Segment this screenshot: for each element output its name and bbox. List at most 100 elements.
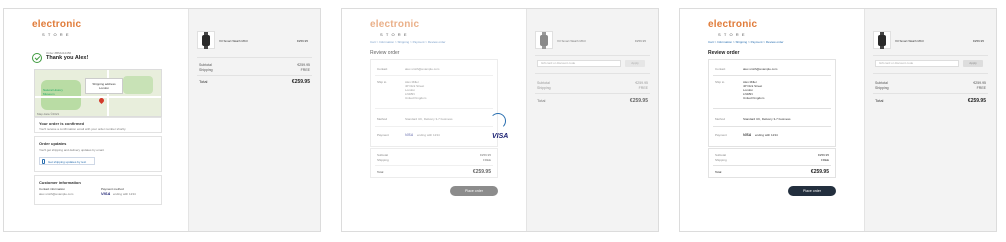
discount-code-input[interactable]: Gift card or discount code xyxy=(875,60,959,67)
payment-label: Payment xyxy=(715,133,727,137)
visa-card-icon: VISA xyxy=(405,133,414,137)
divider xyxy=(713,108,831,109)
shipping-updates-label: Get shipping updates by text xyxy=(48,160,87,164)
store-logo[interactable]: electronic STORE xyxy=(708,19,757,37)
map-park-area xyxy=(123,76,153,94)
logo-store-text: STORE xyxy=(380,32,410,37)
phone-icon xyxy=(42,159,45,164)
summary-divider xyxy=(535,93,650,94)
total-label: Total xyxy=(199,79,208,84)
order-updates-box: Order updates You'll get shipping and de… xyxy=(34,136,162,172)
discount-code-input[interactable]: Gift card or discount code xyxy=(537,60,621,67)
divider xyxy=(713,75,831,76)
shipping-label: Shipping xyxy=(875,86,889,90)
method-value: Standard UK, Delivery 3-7 business xyxy=(405,117,453,121)
summary-divider xyxy=(535,55,650,56)
review-order-title: Review order xyxy=(708,50,740,56)
ship-to-label: Ship to xyxy=(377,80,387,84)
watch-icon xyxy=(878,32,886,49)
divider xyxy=(713,126,831,127)
shipping-value: FREE xyxy=(482,158,491,162)
total-value: €259.95 xyxy=(472,169,491,175)
apply-discount-button[interactable]: Apply xyxy=(625,60,645,67)
product-thumbnail xyxy=(873,31,891,49)
product-name: X3 Smart Watch MK3 xyxy=(895,39,924,43)
subtotal-row: Subtotal €259.95 xyxy=(537,81,648,85)
logo-store-text: STORE xyxy=(42,32,72,37)
review-details-box: Contact alex.smith@example.com Ship to A… xyxy=(370,59,498,147)
subtotal-label: Subtotal xyxy=(537,81,550,85)
review-order-title: Review order xyxy=(370,50,400,56)
map-popup-city: London xyxy=(98,86,109,90)
place-order-button[interactable]: Place order xyxy=(788,186,836,196)
review-main-column: electronic STORE Cart > Information > Sh… xyxy=(342,9,526,231)
review-main-column: electronic STORE Cart > Information > Sh… xyxy=(680,9,864,231)
subtotal-value: €259.95 xyxy=(973,81,986,85)
visa-logo: VISA xyxy=(492,133,509,140)
order-updates-title: Order updates xyxy=(39,141,67,146)
divider xyxy=(375,75,493,76)
summary-divider xyxy=(873,73,988,74)
shipping-updates-button[interactable]: Get shipping updates by text xyxy=(39,157,95,165)
product-thumbnail xyxy=(197,31,215,49)
logo-brand-text: electronic xyxy=(370,19,420,30)
summary-divider xyxy=(535,73,650,74)
payment-method-value: ending with 1234 xyxy=(113,192,136,196)
place-order-button[interactable]: Place order xyxy=(450,186,498,196)
summary-divider xyxy=(873,93,988,94)
confirmation-page-panel: electronic STORE Order #BMH12456 Thank y… xyxy=(3,8,321,232)
divider xyxy=(713,165,831,166)
contact-value: alex.smith@example.com xyxy=(743,67,778,71)
ship-to-line: United Kingdom xyxy=(743,96,765,100)
visa-card-icon: VISA xyxy=(743,133,752,137)
subtotal-value: €259.95 xyxy=(635,81,648,85)
product-price: €259.95 xyxy=(635,39,646,43)
subtotal-value: €259.95 xyxy=(297,63,310,67)
order-summary-sidebar: X3 Smart Watch MK3 €259.95 Gift card or … xyxy=(526,9,658,231)
logo-brand-text: electronic xyxy=(708,19,758,30)
review-details-box: Contact alex.smith@example.com Ship to A… xyxy=(708,59,836,147)
product-name: X3 Smart Watch MK3 xyxy=(219,39,248,43)
checkout-breadcrumb[interactable]: Cart > Information > Shipping > Payment … xyxy=(708,40,784,44)
order-confirmed-title: Your order is confirmed xyxy=(39,121,85,126)
subtotal-label: Subtotal xyxy=(715,153,727,157)
total-row: Total €259.95 xyxy=(875,98,986,104)
method-label: Method xyxy=(715,117,726,121)
subtotal-row: Subtotal €259.95 xyxy=(199,63,310,67)
shipping-row: Shipping FREE xyxy=(875,86,986,90)
shipping-map[interactable]: Shipping address London Natural History … xyxy=(34,69,162,117)
order-summary-sidebar: X3 Smart Watch MK3 €259.95 Gift card or … xyxy=(864,9,996,231)
map-info-popup: Shipping address London xyxy=(85,78,123,94)
subtotal-value: €259.95 xyxy=(480,153,491,157)
subtotal-label: Subtotal xyxy=(199,63,212,67)
product-price: €259.95 xyxy=(973,39,984,43)
total-value: €259.95 xyxy=(291,79,310,85)
review-totals-box: Subtotal €259.95 Shipping FREE Total €25… xyxy=(708,148,836,178)
method-label: Method xyxy=(377,117,388,121)
map-road xyxy=(35,96,161,98)
shipping-value: FREE xyxy=(820,158,829,162)
shipping-value: FREE xyxy=(976,86,986,90)
apply-discount-button[interactable]: Apply xyxy=(963,60,983,67)
contact-label: Contact xyxy=(715,67,726,71)
store-logo[interactable]: electronic STORE xyxy=(32,19,81,37)
order-updates-text: You'll get shipping and delivery updates… xyxy=(39,148,105,152)
logo-brand-text: electronic xyxy=(32,19,82,30)
shipping-row: Shipping FREE xyxy=(537,86,648,90)
store-logo[interactable]: electronic STORE xyxy=(370,19,419,37)
total-value: €259.95 xyxy=(967,98,986,104)
customer-info-box: Customer information Contact information… xyxy=(34,175,162,205)
watch-icon xyxy=(202,32,210,49)
checkout-breadcrumb[interactable]: Cart > Information > Shipping > Payment … xyxy=(370,40,446,44)
visa-card-icon: VISA xyxy=(101,191,111,196)
shipping-label: Shipping xyxy=(537,86,551,90)
total-label: Total xyxy=(715,170,722,174)
subtotal-value: €259.95 xyxy=(818,153,829,157)
order-confirmed-text: You'll receive a confirmation email with… xyxy=(39,127,127,131)
ship-to-label: Ship to xyxy=(715,80,725,84)
map-footer: Map data ©2021 xyxy=(37,112,60,116)
subtotal-label: Subtotal xyxy=(875,81,888,85)
contact-label: Contact xyxy=(377,67,388,71)
contact-value: alex.smith@example.com xyxy=(405,67,440,71)
shipping-label: Shipping xyxy=(199,68,213,72)
